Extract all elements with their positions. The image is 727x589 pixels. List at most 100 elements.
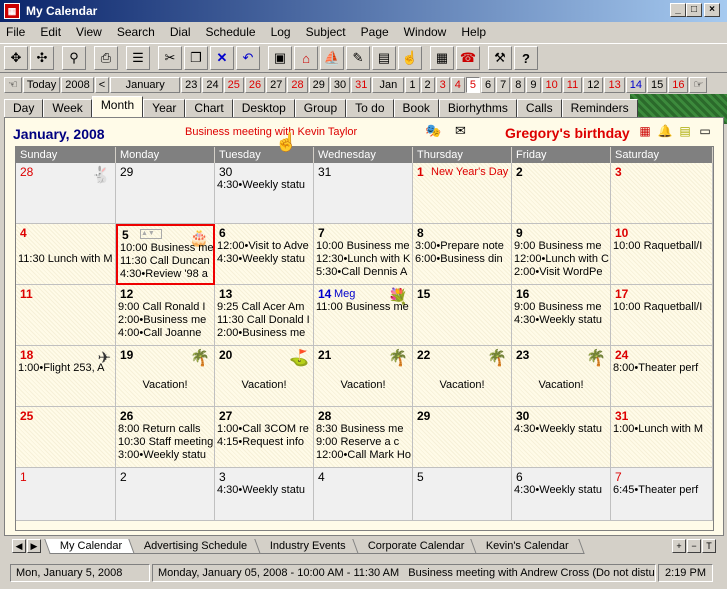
day-cell[interactable]: 20 ⛳ Vacation! xyxy=(215,346,314,407)
appointment[interactable]: 4:00•Call Joanne xyxy=(118,327,214,340)
date-strip-day[interactable]: 31 xyxy=(351,76,372,93)
tab-to-do[interactable]: To do xyxy=(346,99,394,117)
tab-year[interactable]: Year xyxy=(143,99,186,117)
appointment[interactable]: 12:00•Visit to Adve xyxy=(217,240,313,253)
day-cell[interactable]: 16 9:00 Business me 4:30•Weekly statu xyxy=(512,285,611,346)
day-cell[interactable]: 25 xyxy=(16,407,116,468)
move-all-icon[interactable]: ✣ xyxy=(30,46,54,70)
day-cell[interactable]: 17 10:00 Raquetball/I xyxy=(611,285,713,346)
maximize-button[interactable]: □ xyxy=(686,3,702,17)
tools-icon[interactable]: ⚒ xyxy=(488,46,512,70)
menu-item-subject[interactable]: Subject xyxy=(306,25,346,39)
menu-item-page[interactable]: Page xyxy=(361,25,389,39)
menu-item-file[interactable]: File xyxy=(6,25,25,39)
date-strip-day[interactable]: 13 xyxy=(604,76,625,93)
day-cell[interactable]: 12 9:00 Call Ronald I 2:00•Business me 4:00… xyxy=(116,285,215,346)
prev-month-button[interactable]: < xyxy=(94,76,110,93)
day-cell[interactable]: 30 4:30•Weekly statu xyxy=(512,407,611,468)
tab-biorhythms[interactable]: Biorhythms xyxy=(438,99,517,117)
appointment[interactable]: 4:30•Weekly statu xyxy=(514,484,610,497)
undo-icon[interactable]: ↶ xyxy=(236,46,260,70)
appointment[interactable]: 11:30 Call Donald I xyxy=(217,314,313,327)
scroll-right-icon[interactable]: ☞ xyxy=(689,76,708,93)
remove-calendar-button[interactable]: − xyxy=(687,539,701,553)
day-cell[interactable]: 9 9:00 Business me 12:00•Lunch with C 2:00•… xyxy=(512,224,611,285)
menu-item-window[interactable]: Window xyxy=(404,25,447,39)
appointment[interactable]: 4:30•Weekly statu xyxy=(217,484,313,497)
date-strip-day[interactable]: 4 xyxy=(450,76,465,93)
copy-icon[interactable]: ❐ xyxy=(184,46,208,70)
tab-book[interactable]: Book xyxy=(393,99,439,117)
day-cell[interactable]: 29 xyxy=(116,163,215,224)
tab-next-button[interactable]: ▶ xyxy=(27,539,41,553)
day-cell[interactable]: 3 xyxy=(611,163,713,224)
date-strip-day[interactable]: 15 xyxy=(646,76,668,93)
image-icon[interactable]: ▣ xyxy=(268,46,292,70)
appointment[interactable]: 2:00•Visit WordPe xyxy=(514,266,610,279)
tab-desktop[interactable]: Desktop xyxy=(232,99,295,117)
menu-item-edit[interactable]: Edit xyxy=(40,25,61,39)
help-icon[interactable]: ? xyxy=(514,46,538,70)
move-icon[interactable]: ✥ xyxy=(4,46,28,70)
date-strip-day[interactable]: 30 xyxy=(329,76,351,93)
appointment[interactable]: 11:00 Business me xyxy=(316,301,412,314)
day-cell[interactable]: 27 1:00•Call 3COM re 4:15•Request info xyxy=(215,407,314,468)
date-strip-day[interactable]: 27 xyxy=(266,76,287,93)
date-strip-day[interactable]: 25 xyxy=(223,76,244,93)
print-icon[interactable]: ⎙ xyxy=(94,46,118,70)
calendar-tab-industry-events[interactable]: Industry Events xyxy=(253,539,362,554)
appointment[interactable]: 5:30•Call Dennis A xyxy=(316,266,412,279)
stack-icon[interactable]: ☰ xyxy=(126,46,150,70)
menu-item-log[interactable]: Log xyxy=(271,25,291,39)
date-strip-day[interactable]: 12 xyxy=(583,76,604,93)
date-strip-day[interactable]: 16 xyxy=(668,76,689,93)
delete-icon[interactable]: ✕ xyxy=(210,46,234,70)
today-button[interactable]: Today xyxy=(22,76,61,93)
scroll-left-icon[interactable]: ☜ xyxy=(4,76,22,93)
menu-item-schedule[interactable]: Schedule xyxy=(206,25,256,39)
tab-month[interactable]: Month xyxy=(91,96,144,117)
bell-icon[interactable]: 🔔 xyxy=(657,124,673,140)
appointment[interactable]: 3:00•Weekly statu xyxy=(118,449,214,462)
menu-item-dial[interactable]: Dial xyxy=(170,25,191,39)
day-spinner-icon[interactable]: ▲▼ xyxy=(140,229,162,239)
tab-week[interactable]: Week xyxy=(43,99,92,117)
appointment[interactable]: 4:15•Request info xyxy=(217,436,313,449)
tab-day[interactable]: Day xyxy=(4,99,44,117)
day-cell[interactable]: 22 🌴 Vacation! xyxy=(413,346,512,407)
appointment[interactable]: 4:30•Weekly statu xyxy=(514,314,610,327)
day-cell[interactable]: 10 10:00 Raquetball/I xyxy=(611,224,713,285)
appointment[interactable]: 11:30 Call Duncan xyxy=(120,255,213,268)
date-strip-day[interactable]: 29 xyxy=(308,76,329,93)
appointment[interactable]: 8:00 Return calls xyxy=(118,423,214,436)
tab-calls[interactable]: Calls xyxy=(516,99,562,117)
appointment[interactable]: 12:00•Call Mark Ho xyxy=(316,449,412,462)
date-strip-day[interactable]: 6 xyxy=(481,76,496,93)
appointment[interactable]: 12:00•Lunch with C xyxy=(514,253,610,266)
appointment[interactable]: 9:00 Business me xyxy=(514,240,610,253)
appointment[interactable]: 4:30•Weekly statu xyxy=(217,179,313,192)
appointment[interactable]: 4:30•Review '98 a xyxy=(120,268,213,281)
appointment[interactable]: 2:00•Business me xyxy=(217,327,313,340)
reminder-banner[interactable]: Business meeting with Kevin Taylor xyxy=(185,126,357,138)
phone-icon[interactable]: ☎ xyxy=(456,46,480,70)
search-icon[interactable]: ⚲ xyxy=(62,46,86,70)
day-cell[interactable]: 31 1:00•Lunch with M xyxy=(611,407,713,468)
window-icon[interactable]: ▭ xyxy=(697,124,713,140)
appointment[interactable]: 12:30•Lunch with K xyxy=(316,253,412,266)
appointment[interactable]: 1:00•Call 3COM re xyxy=(217,423,313,436)
date-strip-day[interactable]: 10 xyxy=(541,76,562,93)
calendar-tab-my-calendar[interactable]: My Calendar xyxy=(44,539,139,554)
calendar-tab-advertising-schedule[interactable]: Advertising Schedule xyxy=(128,539,264,554)
day-cell[interactable]: 1 xyxy=(16,468,116,521)
appointment[interactable]: 2:00•Business me xyxy=(118,314,214,327)
day-cell[interactable]: 18 ✈ 1:00•Flight 253, A xyxy=(16,346,116,407)
boat-icon[interactable]: ⛵ xyxy=(320,46,344,70)
appointment[interactable]: 10:00 Business me xyxy=(316,240,412,253)
tab-group[interactable]: Group xyxy=(294,99,347,117)
day-cell[interactable]: 11 xyxy=(16,285,116,346)
appointment[interactable]: 9:00 Reserve a c xyxy=(316,436,412,449)
calendar-icon[interactable]: ▦ xyxy=(430,46,454,70)
pin-calendar-button[interactable]: T xyxy=(702,539,716,553)
appointment[interactable]: 11:30 Lunch with M xyxy=(18,253,115,266)
